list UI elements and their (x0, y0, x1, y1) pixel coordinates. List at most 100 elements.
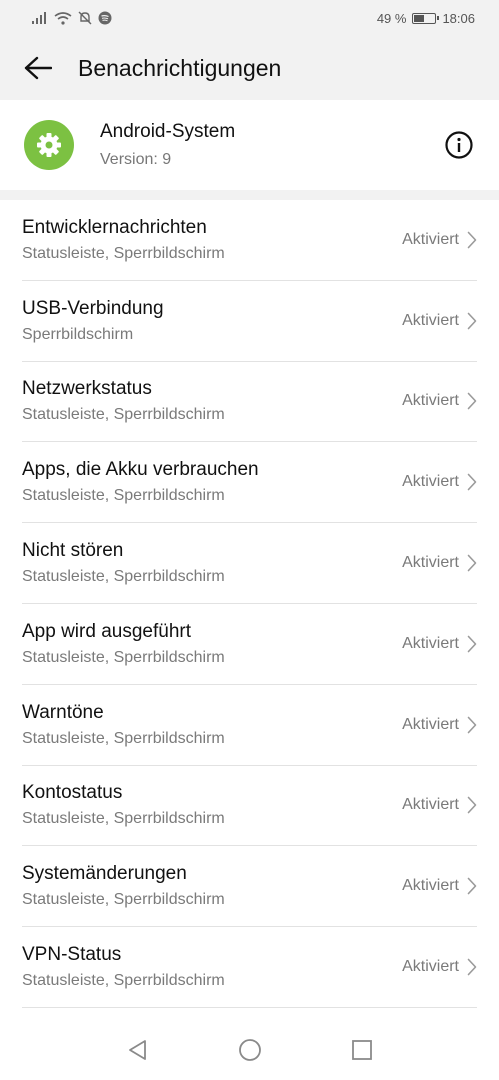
channel-text: Apps, die Akku verbrauchen Statusleiste, … (22, 459, 259, 505)
channel-status-group: Aktiviert (402, 796, 477, 814)
channel-row[interactable]: Warntöne Statusleiste, Sperrbildschirm Akt… (22, 685, 477, 766)
channel-status-group: Aktiviert (402, 231, 477, 249)
channel-status-group: Aktiviert (402, 473, 477, 491)
channel-status-group: Aktiviert (402, 554, 477, 572)
channel-status-group: Aktiviert (402, 635, 477, 653)
nav-back-button[interactable] (123, 1035, 153, 1065)
channel-subtitle: Statusleiste, Sperrbildschirm (22, 487, 225, 505)
app-header: Android-System Version: 9 (0, 100, 499, 190)
channel-title: Warntöne (22, 701, 104, 723)
channel-title: Nicht stören (22, 540, 124, 562)
channel-row[interactable]: Apps, die Akku verbrauchen Statusleiste, … (22, 442, 477, 524)
chevron-right-icon (467, 877, 477, 895)
channel-text: Systemänderungen Statusleiste, Sperrbilds… (22, 863, 225, 909)
channel-status: Aktiviert (402, 473, 459, 491)
channel-status: Aktiviert (402, 311, 459, 329)
channel-row[interactable]: Entwicklernachrichten Statusleiste, Sperr… (22, 200, 477, 281)
chevron-right-icon (467, 473, 477, 491)
channel-subtitle: Statusleiste, Sperrbildschirm (22, 810, 225, 828)
wifi-icon (54, 11, 72, 25)
channel-text: Nicht stören Statusleiste, Sperrbildschir… (22, 540, 225, 586)
channel-status-group: Aktiviert (402, 958, 477, 976)
chevron-right-icon (467, 312, 477, 329)
nav-recents-icon (351, 1040, 372, 1060)
channel-status: Aktiviert (402, 796, 459, 814)
channel-subtitle: Statusleiste, Sperrbildschirm (22, 891, 225, 909)
channel-title: USB-Verbindung (22, 297, 164, 319)
section-divider (0, 190, 499, 200)
channel-title: App wird ausgeführt (22, 620, 191, 642)
app-info: Android-System Version: 9 (100, 121, 443, 169)
gear-icon (37, 133, 61, 157)
channel-status: Aktiviert (402, 554, 459, 572)
back-arrow-icon (24, 56, 52, 80)
channel-title: Kontostatus (22, 782, 123, 804)
signal-icon (32, 12, 46, 24)
battery-fill (414, 14, 424, 22)
channel-text: Kontostatus Statusleiste, Sperrbildschirm (22, 782, 225, 828)
channel-status: Aktiviert (402, 877, 459, 895)
info-icon (445, 131, 473, 159)
chevron-right-icon (467, 958, 477, 976)
channel-text: App wird ausgeführt Statusleiste, Sperrbi… (22, 621, 225, 667)
channel-title: Systemänderungen (22, 863, 187, 885)
channel-title: Entwicklernachrichten (22, 216, 207, 238)
status-bar: 49 % 18:06 (0, 0, 499, 36)
channel-status: Aktiviert (402, 634, 459, 652)
channel-status-group: Aktiviert (402, 877, 477, 895)
channel-text: VPN-Status Statusleiste, Sperrbildschirm (22, 944, 225, 990)
channel-title: Netzwerkstatus (22, 378, 152, 400)
channel-subtitle: Statusleiste, Sperrbildschirm (22, 972, 225, 990)
channel-row[interactable]: Kontostatus Statusleiste, Sperrbildschirm… (22, 766, 477, 847)
app-name: Android-System (100, 121, 236, 142)
channel-status: Aktiviert (402, 230, 459, 248)
nav-recents-button[interactable] (347, 1035, 377, 1065)
chevron-right-icon (467, 716, 477, 733)
app-bar: Benachrichtigungen (0, 36, 499, 100)
battery-percent: 49 % (376, 10, 407, 26)
channel-subtitle: Statusleiste, Sperrbildschirm (22, 406, 225, 424)
channel-text: Entwicklernachrichten Statusleiste, Sperr… (22, 217, 225, 263)
channel-status: Aktiviert (402, 392, 459, 410)
channel-text: Netzwerkstatus Statusleiste, Sperrbildsch… (22, 378, 225, 424)
channel-title: VPN-Status (22, 944, 122, 966)
chevron-right-icon (467, 554, 477, 572)
channel-status: Aktiviert (402, 715, 459, 733)
channel-subtitle: Statusleiste, Sperrbildschirm (22, 568, 225, 586)
chevron-right-icon (467, 393, 477, 410)
mute-notifications-icon (78, 11, 92, 25)
channel-text: USB-Verbindung Sperrbildschirm (22, 298, 164, 344)
channel-subtitle: Statusleiste, Sperrbildschirm (22, 244, 225, 262)
channel-status-group: Aktiviert (402, 392, 477, 410)
channel-status: Aktiviert (402, 958, 459, 976)
channel-text: Warntöne Statusleiste, Sperrbildschirm (22, 702, 225, 748)
channel-row[interactable]: VPN-Status Statusleiste, Sperrbildschirm A… (22, 927, 477, 1008)
notification-channel-list: Entwicklernachrichten Statusleiste, Sperr… (0, 200, 499, 1008)
channel-title: Apps, die Akku verbrauchen (22, 459, 259, 481)
nav-back-icon (128, 1040, 146, 1060)
nav-home-icon (238, 1039, 261, 1061)
channel-status-group: Aktiviert (402, 716, 477, 734)
channel-row[interactable]: App wird ausgeführt Statusleiste, Sperrbi… (22, 604, 477, 685)
clock: 18:06 (442, 10, 475, 26)
back-button[interactable] (18, 48, 58, 88)
spotify-icon (98, 11, 112, 25)
channel-row[interactable]: Nicht stören Statusleiste, Sperrbildschir… (22, 523, 477, 604)
channel-row[interactable]: USB-Verbindung Sperrbildschirm Aktiviert (22, 281, 477, 362)
app-info-button[interactable] (443, 129, 475, 161)
status-icons-left (32, 11, 112, 25)
chevron-right-icon (467, 635, 477, 653)
channel-subtitle: Statusleiste, Sperrbildschirm (22, 648, 225, 666)
navigation-bar (0, 1020, 499, 1080)
chevron-right-icon (467, 797, 477, 814)
chevron-right-icon (467, 231, 477, 249)
channel-subtitle: Sperrbildschirm (22, 325, 134, 343)
channel-subtitle: Statusleiste, Sperrbildschirm (22, 729, 225, 747)
page-title: Benachrichtigungen (78, 54, 282, 81)
app-version: Version: 9 (100, 151, 172, 168)
channel-status-group: Aktiviert (402, 312, 477, 330)
nav-home-button[interactable] (235, 1035, 265, 1065)
channel-row[interactable]: Netzwerkstatus Statusleiste, Sperrbildsch… (22, 362, 477, 443)
channel-row[interactable]: Systemänderungen Statusleiste, Sperrbilds… (22, 846, 477, 928)
status-icons-right: 49 % 18:06 (377, 11, 475, 26)
